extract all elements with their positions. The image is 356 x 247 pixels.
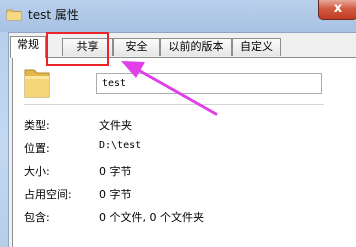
size-label: 大小: <box>24 165 50 178</box>
folder-large-icon <box>24 69 50 98</box>
tab-security[interactable]: 安全 <box>113 38 160 56</box>
title-bar: test 属性 x <box>0 0 356 32</box>
location-label: 位置: <box>24 142 50 155</box>
close-button[interactable]: x <box>318 0 356 20</box>
separator <box>24 104 324 105</box>
size-on-disk-value: 0 字节 <box>99 188 132 201</box>
tab-general[interactable]: 常规 <box>10 36 46 58</box>
size-on-disk-label: 占用空间: <box>24 188 72 201</box>
window-title: test 属性 <box>28 8 79 22</box>
size-value: 0 字节 <box>99 165 132 178</box>
type-value: 文件夹 <box>99 119 132 132</box>
folder-name-field[interactable]: test <box>96 73 322 94</box>
tab-previous-versions[interactable]: 以前的版本 <box>160 38 232 56</box>
location-value: D:\test <box>99 140 142 151</box>
tab-customize[interactable]: 自定义 <box>232 38 281 56</box>
folder-icon <box>6 9 22 21</box>
highlight-box <box>46 32 109 66</box>
contains-label: 包含: <box>24 211 50 224</box>
type-label: 类型: <box>24 119 50 132</box>
contains-value: 0 个文件, 0 个文件夹 <box>99 211 204 224</box>
